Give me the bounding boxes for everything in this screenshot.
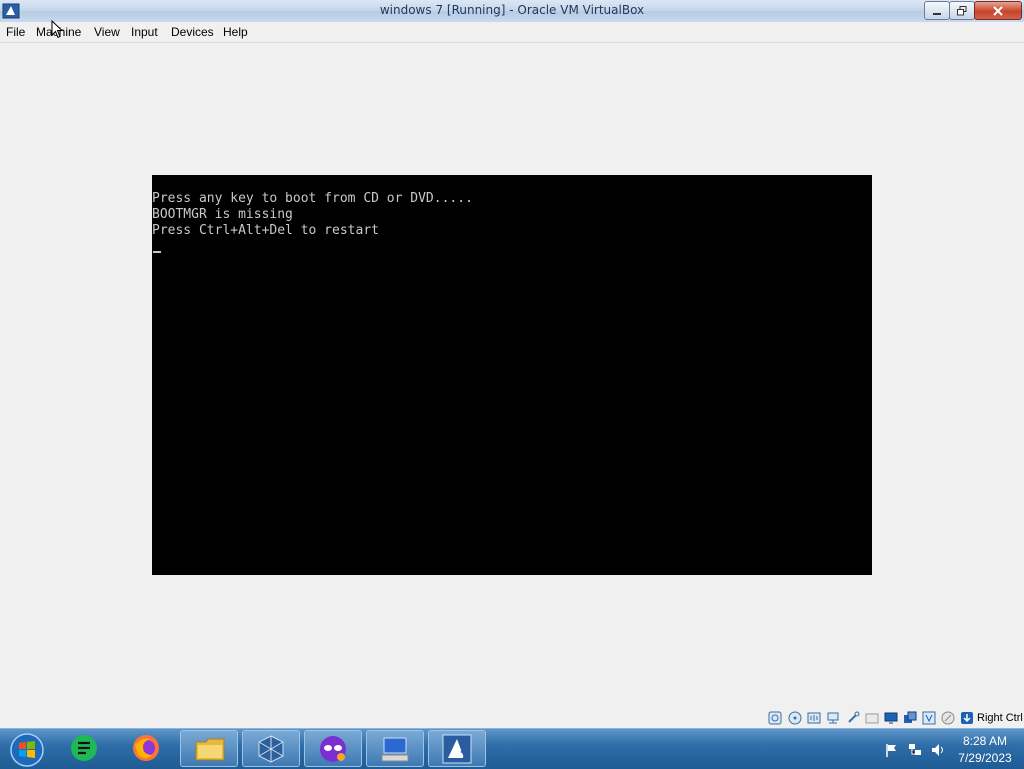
console-line-restart: Press Ctrl+Alt+Del to restart — [152, 223, 379, 238]
taskbar: 7 8:28 AM 7/29/2023 — [0, 728, 1024, 769]
window-title: windows 7 [Running] - Oracle VM VirtualB… — [379, 3, 645, 17]
menu-devices[interactable]: Devices — [171, 25, 214, 39]
taskbar-virtualbox[interactable] — [242, 730, 300, 767]
hard-disk-icon[interactable] — [768, 711, 782, 725]
menu-file[interactable]: File — [6, 25, 25, 39]
clock-date: 7/29/2023 — [958, 751, 1012, 765]
google-sheets-icon — [71, 735, 97, 761]
system-tray — [878, 729, 958, 769]
keyboard-capture-icon[interactable] — [960, 711, 974, 725]
action-center-flag-icon[interactable] — [884, 742, 900, 758]
menu-help[interactable]: Help — [223, 25, 248, 39]
mouse-integration-icon[interactable] — [941, 711, 955, 725]
remote-desktop-icon — [381, 737, 409, 762]
window-titlebar[interactable]: windows 7 [Running] - Oracle VM VirtualB… — [0, 0, 1024, 23]
taskbar-explorer[interactable] — [180, 730, 238, 767]
shared-folders-icon[interactable] — [865, 711, 879, 725]
taskbar-app-mask[interactable] — [304, 730, 362, 767]
usb-icon[interactable] — [846, 711, 860, 725]
network-tray-icon[interactable] — [907, 742, 923, 758]
optical-drive-icon[interactable] — [788, 711, 802, 725]
text-cursor — [153, 251, 161, 253]
close-icon — [993, 5, 1003, 16]
taskbar-sheets[interactable] — [56, 730, 114, 767]
audio-icon[interactable] — [807, 711, 821, 725]
menu-bar: File Machine View Input Devices Help — [0, 22, 1024, 43]
app-mask-icon — [320, 736, 346, 762]
svg-text:7: 7 — [460, 749, 468, 763]
taskbar-clock[interactable]: 8:28 AM 7/29/2023 — [950, 733, 1020, 767]
display-icon[interactable] — [884, 711, 898, 725]
close-button[interactable] — [974, 1, 1022, 20]
video-capture-icon[interactable] — [903, 711, 917, 725]
vm-display[interactable]: Press any key to boot from CD or DVD....… — [152, 175, 872, 575]
restore-icon — [957, 5, 967, 15]
vm-status-bar: Right Ctrl — [0, 708, 1024, 728]
firefox-icon — [133, 735, 159, 761]
menu-view[interactable]: View — [94, 25, 120, 39]
console-line-boot-prompt: Press any key to boot from CD or DVD....… — [152, 191, 473, 206]
virtualbox-icon — [258, 735, 284, 763]
windows7-vm-icon: 7 — [442, 734, 472, 764]
taskbar-firefox[interactable] — [118, 730, 176, 767]
clock-time: 8:28 AM — [962, 734, 1008, 748]
restore-button[interactable] — [949, 1, 975, 20]
cpu-icon[interactable] — [922, 711, 936, 725]
taskbar-windows7-vm[interactable]: 7 — [428, 730, 486, 767]
minimize-button[interactable] — [924, 1, 950, 20]
menu-input[interactable]: Input — [131, 25, 158, 39]
console-line-bootmgr-missing: BOOTMGR is missing — [152, 207, 293, 222]
host-key-label: Right Ctrl — [977, 712, 1023, 724]
file-explorer-icon — [195, 738, 225, 761]
mouse-pointer-icon — [51, 20, 63, 39]
taskbar-remote-desktop[interactable] — [366, 730, 424, 767]
volume-icon[interactable] — [930, 742, 946, 758]
minimize-icon — [933, 12, 941, 15]
network-icon[interactable] — [826, 711, 840, 725]
start-orb-icon[interactable] — [5, 730, 45, 768]
